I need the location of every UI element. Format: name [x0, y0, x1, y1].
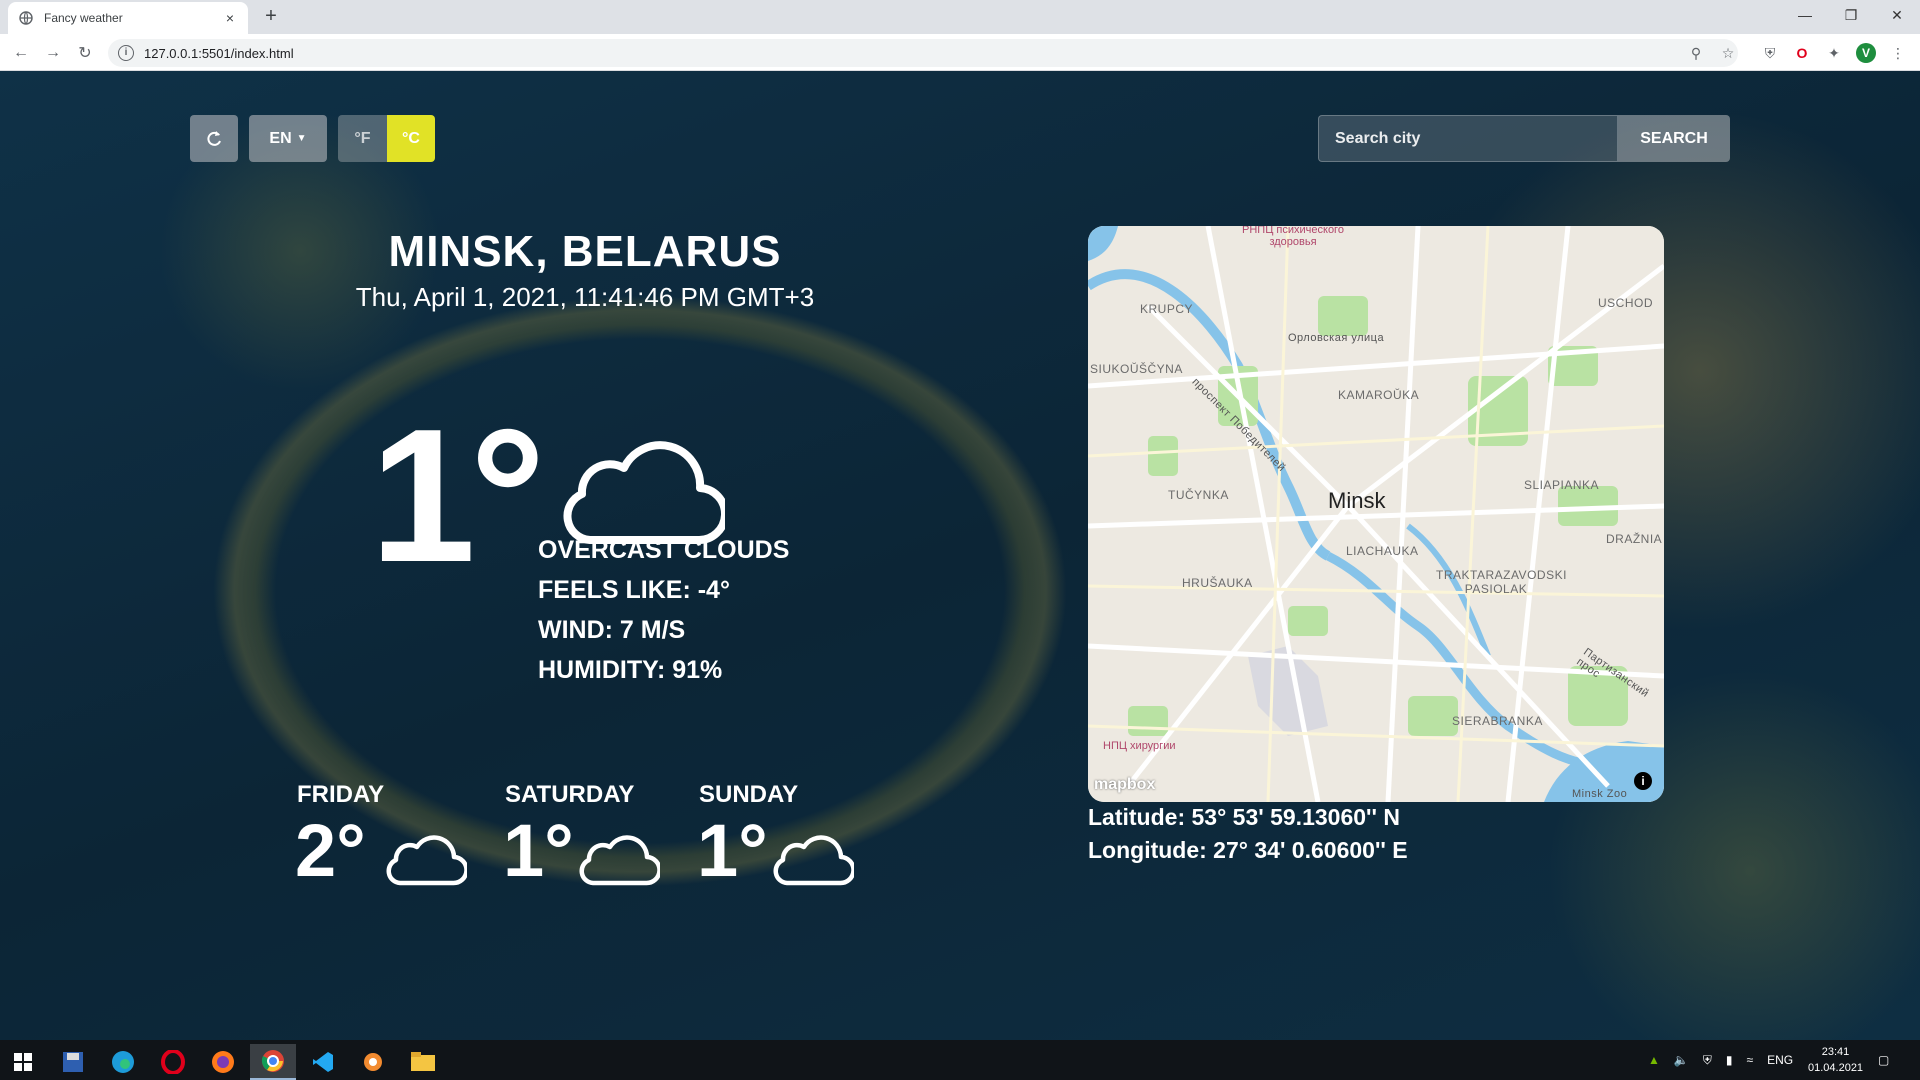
nvidia-icon[interactable]: ▲: [1648, 1053, 1660, 1067]
url-text: 127.0.0.1:5501/index.html: [144, 45, 294, 61]
volume-icon[interactable]: 🔈: [1674, 1053, 1689, 1067]
clock-time: 23:41: [1821, 1046, 1850, 1058]
tab-title: Fancy weather: [44, 11, 123, 25]
zoom-icon[interactable]: ⚲: [1686, 43, 1706, 63]
language-select[interactable]: EN ▼: [249, 115, 327, 162]
weather-app: EN ▼ °F °C SEARCH MINSK, BELARUS Thu, Ap…: [0, 71, 1920, 1040]
menu-kebab-icon[interactable]: ⋮: [1888, 43, 1908, 63]
window-close-icon[interactable]: ✕: [1874, 0, 1920, 30]
weather-condition: OVERCAST CLOUDS: [538, 536, 790, 564]
map-district-label: TUČYNKA: [1168, 488, 1229, 502]
feels-like: FEELS LIKE: -4°: [538, 576, 730, 604]
chrome-browser-icon[interactable]: [250, 1044, 296, 1080]
mapbox-logo[interactable]: mapbox: [1094, 776, 1155, 794]
profile-avatar[interactable]: V: [1856, 43, 1876, 63]
windows-start-icon[interactable]: [0, 1044, 46, 1080]
humidity: HUMIDITY: 91%: [538, 656, 723, 684]
windows-taskbar: ▲ 🔈 ⛨ ▮ ≈ ENG 23:41 01.04.2021 ▢: [0, 1040, 1920, 1080]
opera-browser-icon[interactable]: [150, 1044, 196, 1080]
current-datetime: Thu, April 1, 2021, 11:41:46 PM GMT+3: [355, 282, 815, 312]
battery-icon[interactable]: ▮: [1726, 1053, 1733, 1067]
tab-close-icon[interactable]: ×: [222, 10, 238, 26]
shield-extension-icon[interactable]: ⛨: [1760, 43, 1780, 63]
bookmark-star-icon[interactable]: ☆: [1718, 43, 1738, 63]
forecast-temp: 2°: [295, 809, 366, 892]
back-icon[interactable]: ←: [10, 42, 32, 64]
forecast-day: SUNDAY: [699, 781, 799, 808]
site-info-icon[interactable]: i: [118, 45, 134, 61]
location-map[interactable]: KRUPCY USCHOD SIUKOŬŠČYNA KAMAROŬKA TUČY…: [1088, 226, 1664, 802]
browser-toolbar: ← → ↻ i 127.0.0.1:5501/index.html ⚲ ☆ ⛨ …: [0, 34, 1920, 71]
globe-icon: [18, 10, 34, 26]
map-street-label: Орловская улица: [1288, 332, 1385, 344]
city-title: MINSK, BELARUS: [388, 227, 782, 276]
map-district-label: KRUPCY: [1140, 302, 1194, 316]
map-poi-label: РНПЦ психического здоровья: [1242, 226, 1344, 248]
forecast-day: FRIDAY: [297, 781, 385, 808]
map-district-label: TRAKTARAZAVODSKI PASIOLAK: [1436, 568, 1567, 596]
map-district-label: SIUKOŬŠČYNA: [1090, 362, 1183, 376]
map-district-label: LIACHAUKA: [1346, 544, 1419, 558]
map-district-label: KAMAROŬKA: [1338, 388, 1420, 402]
clock-date: 01.04.2021: [1808, 1062, 1864, 1074]
forecast-day: SATURDAY: [505, 781, 635, 808]
file-explorer-icon[interactable]: [400, 1044, 446, 1080]
wind-speed: WIND: 7 M/S: [538, 616, 686, 644]
firefox-browser-icon[interactable]: [200, 1044, 246, 1080]
defender-shield-icon[interactable]: ⛨: [1703, 1053, 1712, 1068]
forecast-temp: 1°: [697, 809, 768, 892]
cloud-icon: [560, 436, 729, 551]
refresh-icon: [207, 130, 221, 146]
wifi-icon[interactable]: ≈: [1746, 1053, 1753, 1067]
input-language[interactable]: ENG: [1767, 1053, 1793, 1067]
map-poi-label: Minsk Zoo: [1572, 788, 1628, 800]
map-city-label: Minsk: [1328, 488, 1386, 513]
system-tray: ▲ 🔈 ⛨ ▮ ≈ ENG: [1648, 1040, 1793, 1080]
save-floppy-icon[interactable]: [50, 1044, 96, 1080]
cloud-icon: [772, 831, 856, 892]
forward-icon[interactable]: →: [42, 42, 64, 64]
celsius-button[interactable]: °C: [387, 115, 435, 162]
cloud-icon: [578, 831, 662, 892]
edge-browser-icon[interactable]: [100, 1044, 146, 1080]
browser-tab[interactable]: Fancy weather ×: [8, 2, 248, 34]
map-info-icon[interactable]: i: [1634, 772, 1652, 790]
map-district-label: DRAŽNIA: [1606, 532, 1663, 546]
opera-extension-icon[interactable]: O: [1792, 43, 1812, 63]
map-district-label: SIERABRANKA: [1452, 714, 1543, 728]
restore-icon[interactable]: ❐: [1828, 0, 1874, 30]
map-district-label: SLIAPIANKA: [1524, 478, 1600, 492]
minimize-icon[interactable]: —: [1782, 0, 1828, 30]
clock[interactable]: 23:41 01.04.2021: [1808, 1040, 1863, 1080]
search-button[interactable]: SEARCH: [1618, 115, 1730, 162]
notification-center-icon[interactable]: ▢: [1878, 1040, 1889, 1080]
search-input[interactable]: [1318, 115, 1618, 162]
map-poi-label: НПЦ хирургии: [1103, 740, 1176, 752]
forecast-temp: 1°: [503, 809, 574, 892]
browser-tab-strip: Fancy weather × + — ❐ ✕: [0, 0, 1920, 34]
fahrenheit-button[interactable]: °F: [338, 115, 387, 162]
latitude: Latitude: 53° 53' 59.13060'' N: [1088, 804, 1400, 830]
settings-gear-app-icon[interactable]: [350, 1044, 396, 1080]
current-temperature: 1°: [370, 390, 546, 602]
map-district-label: HRUŠAUKA: [1182, 576, 1253, 590]
extensions-puzzle-icon[interactable]: ✦: [1824, 43, 1844, 63]
refresh-background-button[interactable]: [190, 115, 238, 162]
vscode-icon[interactable]: [300, 1044, 346, 1080]
address-bar[interactable]: i 127.0.0.1:5501/index.html: [108, 39, 1738, 67]
cloud-icon: [385, 831, 469, 892]
longitude: Longitude: 27° 34' 0.60600'' E: [1088, 837, 1408, 863]
reload-icon[interactable]: ↻: [74, 42, 96, 64]
chevron-down-icon: ▼: [296, 133, 307, 144]
map-district-label: USCHOD: [1598, 296, 1654, 310]
language-value: EN: [269, 129, 292, 147]
new-tab-button[interactable]: +: [260, 6, 282, 28]
